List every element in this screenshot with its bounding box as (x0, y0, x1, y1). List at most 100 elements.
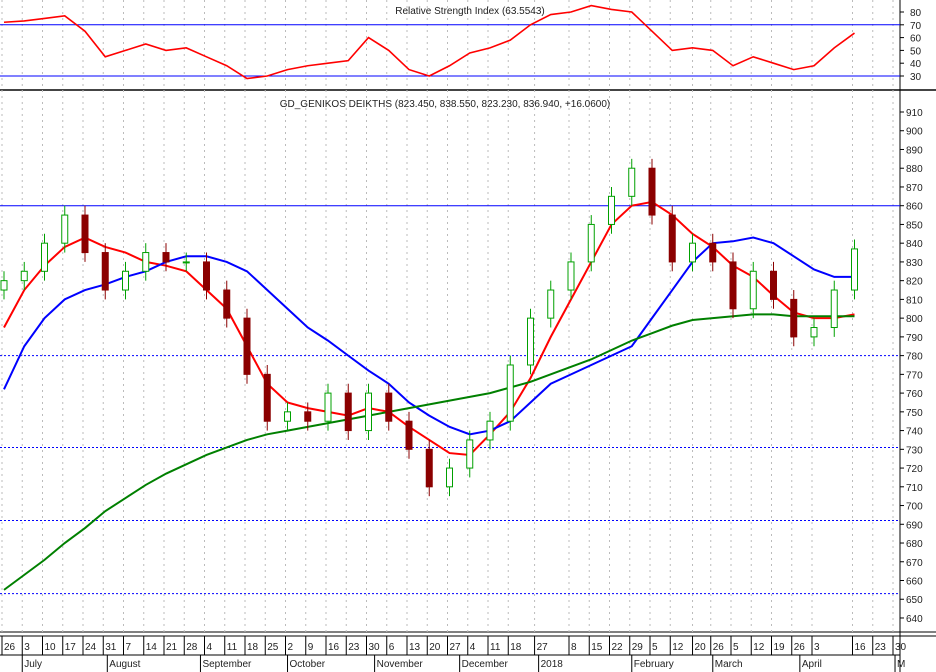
price-y-tick-label: 660 (906, 577, 923, 588)
price-y-tick-label: 690 (906, 520, 923, 531)
x-tick-label: 28 (186, 642, 198, 653)
x-tick-label: 15 (591, 642, 603, 653)
price-y-tick-label: 710 (906, 483, 923, 494)
x-tick-label: 25 (267, 642, 279, 653)
month-label: October (290, 659, 326, 670)
x-tick-label: 23 (875, 642, 887, 653)
x-tick-label: 30 (895, 642, 907, 653)
x-tick-label: 3 (814, 642, 820, 653)
price-y-tick-label: 800 (906, 314, 923, 325)
candle-body (668, 214, 676, 263)
candle-body (709, 242, 717, 263)
x-tick-label: 8 (571, 642, 577, 653)
candle-body (101, 252, 109, 291)
x-tick-label: 14 (146, 642, 158, 653)
x-tick-label: 3 (24, 642, 30, 653)
rsi-y-tick-label: 30 (910, 72, 922, 83)
month-label: February (634, 659, 674, 670)
candle-body (567, 261, 575, 291)
candle-body (851, 248, 858, 291)
price-y-tick-label: 650 (906, 595, 923, 606)
x-tick-label: 16 (328, 642, 340, 653)
price-y-tick-label: 730 (906, 445, 923, 456)
candle-body (527, 317, 534, 366)
x-tick-label: 16 (855, 642, 867, 653)
x-tick-label: 4 (207, 642, 213, 653)
price-y-tick-label: 890 (906, 145, 923, 156)
candle-body (425, 448, 433, 488)
month-label: August (109, 659, 140, 670)
month-label: December (462, 659, 509, 670)
price-y-tick-label: 840 (906, 239, 923, 250)
rsi-y-tick-label: 40 (910, 59, 922, 70)
candle-body (385, 392, 393, 422)
x-tick-label: 9 (308, 642, 314, 653)
price-title: GD_GENIKOS DEIKTHS (823.450, 838.550, 82… (280, 99, 611, 110)
candle-body (41, 242, 48, 272)
candle-body (648, 167, 656, 216)
candle-body (486, 420, 494, 441)
candle-body (61, 214, 69, 244)
month-label: 2018 (541, 659, 564, 670)
price-y-tick-label: 870 (906, 183, 923, 194)
chart-window: 26 3 10 17 24 31 7 14 21 28 4 11 18 25 2 9 16 23 30 6 13 20 27… (0, 0, 936, 672)
x-tick-label: 23 (348, 642, 360, 653)
price-y-tick-label: 880 (906, 164, 923, 175)
x-tick-label: 5 (733, 642, 739, 653)
month-label: July (24, 659, 42, 670)
candle-body (263, 373, 271, 422)
price-y-tick-label: 790 (906, 333, 923, 344)
rsi-title: Relative Strength Index (63.5543) (395, 6, 545, 17)
price-y-tick-label: 810 (906, 295, 923, 306)
x-tick-label: 17 (65, 642, 77, 653)
price-y-tick-label: 820 (906, 277, 923, 288)
candle-body (223, 289, 231, 319)
candle-body (142, 252, 150, 272)
x-tick-label: 31 (105, 642, 117, 653)
chart-canvas: 26 3 10 17 24 31 7 14 21 28 4 11 18 25 2 9 16 23 30 6 13 20 27… (0, 0, 936, 672)
x-tick-label: 26 (794, 642, 806, 653)
candle-body (304, 411, 312, 422)
price-y-tick-label: 900 (906, 127, 923, 138)
price-y-tick-label: 700 (906, 502, 923, 513)
x-tick-label: 18 (510, 642, 522, 653)
candle-body (770, 270, 777, 300)
candle-body (689, 242, 696, 263)
price-y-tick-label: 760 (906, 389, 923, 400)
candle-body (243, 317, 251, 375)
candle-body (81, 214, 89, 254)
x-tick-label: 11 (490, 642, 501, 653)
x-tick-label: 2 (288, 642, 294, 653)
x-tick-label: 12 (672, 642, 684, 653)
x-tick-label: 19 (774, 642, 786, 653)
candle-body (344, 392, 352, 432)
candle-body (365, 392, 372, 432)
x-tick-label: 6 (389, 642, 395, 653)
x-tick-label: 7 (126, 642, 132, 653)
x-tick-label: 26 (713, 642, 725, 653)
x-tick-label: 18 (247, 642, 259, 653)
month-label: September (202, 659, 252, 670)
candle-body (446, 467, 453, 488)
candle-body (749, 270, 757, 310)
month-label: March (715, 659, 743, 670)
candle-body (324, 392, 332, 422)
price-y-tick-label: 910 (906, 108, 923, 119)
x-tick-label: 4 (470, 642, 476, 653)
candle-body (182, 261, 190, 264)
candle-body (122, 270, 129, 291)
candle-body (830, 289, 838, 329)
candle-body (790, 298, 798, 338)
rsi-y-tick-label: 70 (910, 21, 922, 32)
candle-body (628, 167, 636, 197)
candle-body (203, 261, 210, 291)
price-y-tick-label: 640 (906, 614, 923, 625)
price-y-tick-label: 680 (906, 539, 923, 550)
month-label: November (377, 659, 424, 670)
candle-body (547, 289, 555, 319)
x-tick-label: 26 (4, 642, 16, 653)
price-y-tick-label: 850 (906, 220, 923, 231)
candle-body (729, 261, 737, 310)
x-tick-label: 24 (85, 642, 97, 653)
candle-body (810, 327, 818, 338)
